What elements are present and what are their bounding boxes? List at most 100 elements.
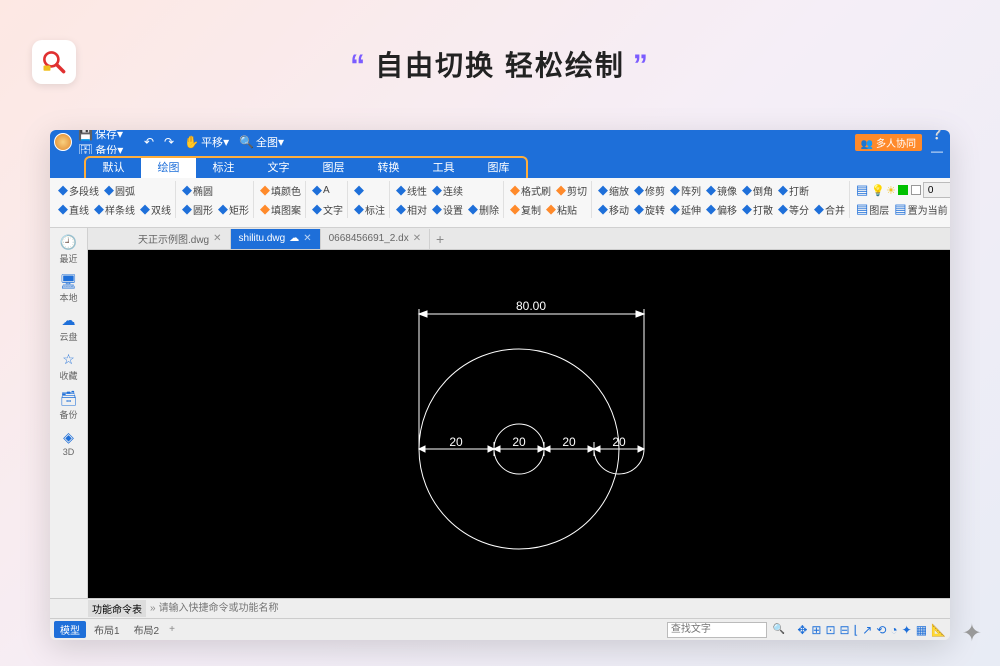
add-tab-button[interactable]: + (430, 231, 450, 247)
rb-删除[interactable]: ◆删除 (466, 200, 501, 218)
rb-椭圆[interactable]: ◆椭圆 (180, 181, 215, 199)
status-icon-10[interactable]: 📐 (931, 623, 946, 637)
layer-select[interactable]: 0 (923, 182, 950, 198)
menu-tab-转换[interactable]: 转换 (361, 158, 416, 178)
rb-设置[interactable]: ◆设置 (430, 200, 465, 218)
rb-复制[interactable]: ◆复制 (508, 200, 543, 218)
rb-矩形[interactable]: ◆矩形 (216, 200, 251, 218)
layer-sun-icon: ☀ (886, 184, 896, 197)
menu-tab-图层[interactable]: 图层 (306, 158, 361, 178)
status-icon-6[interactable]: ⟲ (876, 623, 886, 637)
status-icon-7[interactable]: ◔ (890, 623, 897, 637)
rb-填颜色[interactable]: ◆填颜色 (258, 181, 303, 199)
rb-样条线[interactable]: ◆样条线 (92, 200, 137, 218)
drawing-canvas[interactable]: 80.00 20 20 20 20 (88, 250, 950, 598)
rb-缩放[interactable]: ◆缩放 (596, 181, 631, 199)
add-layout-button[interactable]: + (165, 623, 179, 636)
close-icon[interactable]: ✕ (213, 233, 221, 244)
nav-云盘[interactable]: ☁云盘 (59, 312, 77, 343)
status-bar: 模型布局1布局2 + 🔍 ✥ ⊞ ⊡ ⊟ ⌊↗ ⟲ ◔ ✦ ▦ 📐 (50, 618, 950, 640)
status-icon-5[interactable]: ↗ (862, 623, 872, 637)
search-icon[interactable]: 🔍 (773, 624, 785, 635)
rb-旋转[interactable]: ◆旋转 (632, 200, 667, 218)
rb-合并[interactable]: ◆合并 (812, 200, 847, 218)
window-btn-2[interactable]: ❔ (928, 130, 946, 142)
file-tab[interactable]: shilitu.dwg☁✕ (231, 229, 321, 249)
rb-镜像[interactable]: ◆镜像 (704, 181, 739, 199)
rb-偏移[interactable]: ◆偏移 (704, 200, 739, 218)
rb-线性[interactable]: ◆线性 (394, 181, 429, 199)
menu-tab-图库[interactable]: 图库 (471, 158, 526, 178)
rb-修剪[interactable]: ◆修剪 (632, 181, 667, 199)
titlebar: ✚新建 ▾📂打开 ▾💾保存 ▾🗄备份 ▾🖨打印 ▾📄转PDF ▾ ↶ ↷ ✋平移… (50, 130, 950, 154)
close-icon[interactable]: ✕ (303, 233, 311, 244)
rb-双线[interactable]: ◆双线 (138, 200, 173, 218)
menu-tab-文字[interactable]: 文字 (251, 158, 306, 178)
command-input[interactable] (156, 602, 950, 615)
status-icon-8[interactable]: ✦ (902, 623, 912, 637)
rb-图层[interactable]: ▤图层 (854, 200, 891, 218)
status-icon-9[interactable]: ▦ (916, 623, 927, 637)
rb-剪切[interactable]: ◆剪切 (554, 181, 589, 199)
rb-连续[interactable]: ◆连续 (430, 181, 465, 199)
rb-标注[interactable]: ◆标注 (352, 200, 387, 218)
status-icon-3[interactable]: ⊟ (840, 623, 850, 637)
menu-tab-工具[interactable]: 工具 (416, 158, 471, 178)
rb-多段线[interactable]: ◆多段线 (56, 181, 101, 199)
status-icon-0[interactable]: ✥ (797, 623, 807, 637)
rb-相对[interactable]: ◆相对 (394, 200, 429, 218)
dim-mid-1: 20 (512, 435, 526, 449)
sparkle-icon: ✦ (962, 619, 982, 648)
menu-tab-默认[interactable]: 默认 (86, 158, 141, 178)
ribbon: ◆多段线◆圆弧◆直线◆样条线◆双线 ◆椭圆◆圆形◆矩形 ◆填颜色◆填图案 ◆A◆… (50, 178, 950, 228)
menubar: 默认绘图标注文字图层转换工具图库 (50, 154, 950, 178)
promo-title: “自由切换 轻松绘制” (0, 44, 1000, 84)
nav-备份[interactable]: 🗃备份 (59, 390, 77, 421)
layout-tab-布局2[interactable]: 布局2 (128, 621, 166, 638)
rb-倒角[interactable]: ◆倒角 (740, 181, 775, 199)
rb-置为当前[interactable]: ▤置为当前 (892, 200, 949, 218)
redo-button[interactable]: ↷ (164, 135, 176, 149)
fullview-button[interactable]: 🔍全图 ▾ (239, 134, 286, 150)
menu-tab-绘图[interactable]: 绘图 (141, 158, 196, 178)
pan-button[interactable]: ✋平移 ▾ (184, 134, 231, 150)
layer-color-swatch[interactable] (898, 185, 908, 195)
nav-最近[interactable]: 🕘最近 (59, 234, 77, 265)
menu-tab-标注[interactable]: 标注 (196, 158, 251, 178)
rb-格式刷[interactable]: ◆格式刷 (508, 181, 553, 199)
rb-x[interactable]: ◆ (352, 181, 367, 199)
undo-button[interactable]: ↶ (144, 135, 156, 149)
rb-粘贴[interactable]: ◆粘贴 (544, 200, 579, 218)
nav-收藏[interactable]: ☆收藏 (59, 351, 77, 382)
collab-button[interactable]: 👥 多人协同 (855, 134, 922, 151)
rb-圆形[interactable]: ◆圆形 (180, 200, 215, 218)
avatar[interactable] (54, 133, 72, 151)
file-tab[interactable]: 天正示例图.dwg✕ (130, 229, 231, 249)
nav-本地[interactable]: 🖥本地 (59, 273, 77, 304)
rb-文字[interactable]: ◆文字 (310, 200, 345, 218)
rb-圆弧[interactable]: ◆圆弧 (102, 181, 137, 199)
rb-填图案[interactable]: ◆填图案 (258, 200, 303, 218)
rb-移动[interactable]: ◆移动 (596, 200, 631, 218)
close-icon[interactable]: ✕ (413, 233, 421, 244)
nav-3D[interactable]: ◈3D (63, 429, 75, 457)
status-icon-1[interactable]: ⊞ (811, 623, 821, 637)
layout-tab-模型[interactable]: 模型 (54, 621, 86, 638)
layer-bulb-icon: 💡 (871, 184, 885, 197)
file-tab[interactable]: 0668456691_2.dx✕ (321, 229, 430, 249)
status-icon-2[interactable]: ⊡ (825, 623, 835, 637)
rb-打断[interactable]: ◆打断 (776, 181, 811, 199)
layout-tab-布局1[interactable]: 布局1 (88, 621, 126, 638)
rb-延伸[interactable]: ◆延伸 (668, 200, 703, 218)
rb-等分[interactable]: ◆等分 (776, 200, 811, 218)
rb-直线[interactable]: ◆直线 (56, 200, 91, 218)
find-text-input[interactable] (667, 622, 767, 638)
rb-A[interactable]: ◆A (310, 181, 332, 199)
status-icon-4[interactable]: ⌊ (854, 623, 859, 637)
layer-panel-icon[interactable]: ▤ (854, 181, 870, 199)
rb-打散[interactable]: ◆打散 (740, 200, 775, 218)
command-bar: 功能命令表 » (50, 598, 950, 618)
layer-color-swatch-2[interactable] (911, 185, 921, 195)
tb-保存[interactable]: 💾保存 ▾ (78, 130, 136, 142)
rb-阵列[interactable]: ◆阵列 (668, 181, 703, 199)
